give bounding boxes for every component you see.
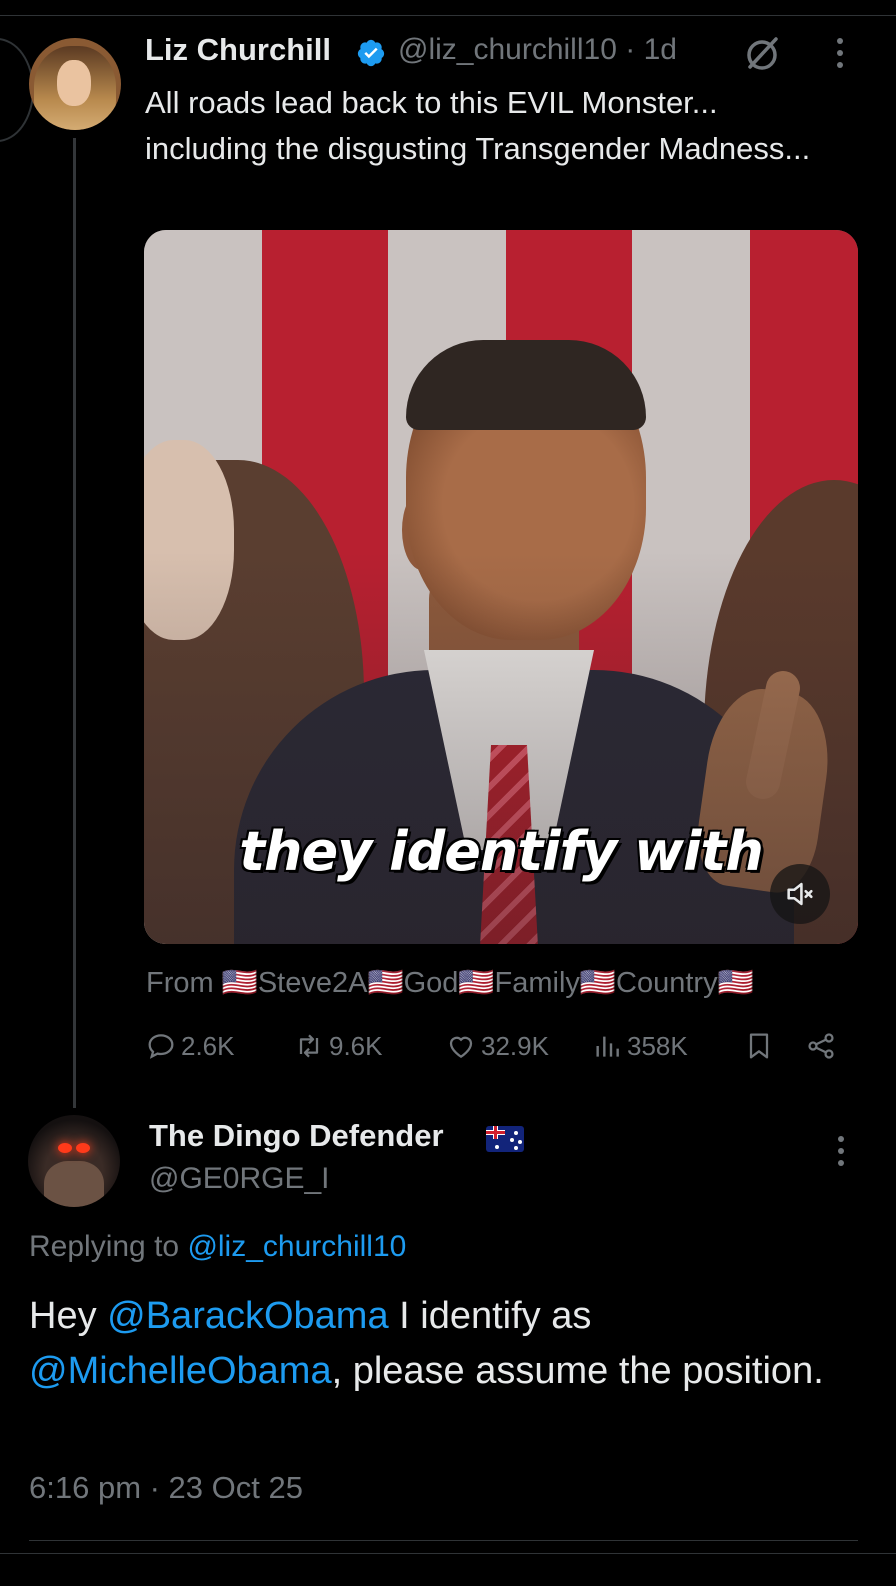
reply-avatar[interactable]: [28, 1115, 120, 1207]
video-caption: they identify with: [239, 820, 764, 883]
reply-text: Hey @BarackObama I identify as @Michelle…: [29, 1295, 824, 1392]
volume-muted-icon: [787, 882, 813, 906]
video-media[interactable]: they identify with: [144, 230, 858, 944]
repost-count: 9.6K: [329, 1030, 383, 1061]
verified-badge-icon[interactable]: [356, 38, 386, 68]
tweet-actions: 2.6K 9.6K 32.9K 358K: [145, 1026, 845, 1066]
bookmark-button[interactable]: [743, 1026, 779, 1066]
tweet-text: All roads lead back to this EVIL Monster…: [145, 85, 811, 166]
reply-timestamp[interactable]: 6:16 pm · 23 Oct 25: [29, 1470, 303, 1506]
share-icon: [808, 1033, 834, 1059]
reply-author-name[interactable]: The Dingo Defender: [149, 1118, 444, 1154]
us-flag-icon: 🇺🇸: [458, 967, 495, 999]
heart-icon: [449, 1036, 473, 1058]
from-attribution[interactable]: From 🇺🇸Steve2A🇺🇸God🇺🇸Family🇺🇸Country🇺🇸: [146, 966, 754, 1000]
more-options-icon[interactable]: [830, 38, 850, 78]
tweet-age[interactable]: 1d: [644, 33, 677, 66]
avatar[interactable]: [29, 38, 121, 130]
us-flag-icon: 🇺🇸: [579, 967, 617, 999]
bottom-divider: [29, 1540, 858, 1541]
like-button[interactable]: 32.9K: [445, 1026, 549, 1066]
australia-flag-icon: [486, 1126, 524, 1152]
avatar-face: [57, 60, 91, 106]
top-divider: [0, 15, 896, 16]
replying-to-mention[interactable]: @liz_churchill10: [187, 1230, 406, 1263]
us-flag-icon: 🇺🇸: [367, 967, 404, 999]
grok-icon[interactable]: [742, 34, 782, 74]
separator-dot: ·: [625, 33, 636, 66]
mention-michelleobama[interactable]: @MichelleObama: [29, 1350, 332, 1392]
views-button[interactable]: 358K: [591, 1026, 688, 1066]
analytics-icon: [596, 1036, 619, 1057]
share-button[interactable]: [805, 1026, 841, 1066]
author-name[interactable]: Liz Churchill: [145, 32, 331, 68]
reply-author-handle[interactable]: @GE0RGE_I: [149, 1162, 330, 1196]
bottom-divider-full: [0, 1553, 896, 1554]
bookmark-icon: [749, 1033, 769, 1059]
mention-barackobama[interactable]: @BarackObama: [107, 1295, 388, 1337]
reply-more-options-icon[interactable]: [834, 1136, 848, 1176]
repost-icon: [299, 1034, 319, 1058]
reply-button[interactable]: 2.6K: [145, 1026, 235, 1066]
reply-icon: [148, 1034, 174, 1059]
view-count: 358K: [627, 1030, 688, 1061]
author-handle[interactable]: @liz_churchill10: [398, 33, 617, 66]
replying-to-line: Replying to @liz_churchill10: [29, 1230, 407, 1263]
repost-button[interactable]: 9.6K: [293, 1026, 383, 1066]
like-count: 32.9K: [481, 1030, 549, 1061]
author-handle-line[interactable]: @liz_churchill10 · 1d: [398, 33, 677, 67]
thread-line: [73, 138, 76, 1108]
mute-button[interactable]: [770, 864, 830, 924]
us-flag-icon: 🇺🇸: [717, 967, 754, 999]
us-flag-icon: 🇺🇸: [221, 967, 258, 999]
reply-count: 2.6K: [181, 1030, 235, 1061]
